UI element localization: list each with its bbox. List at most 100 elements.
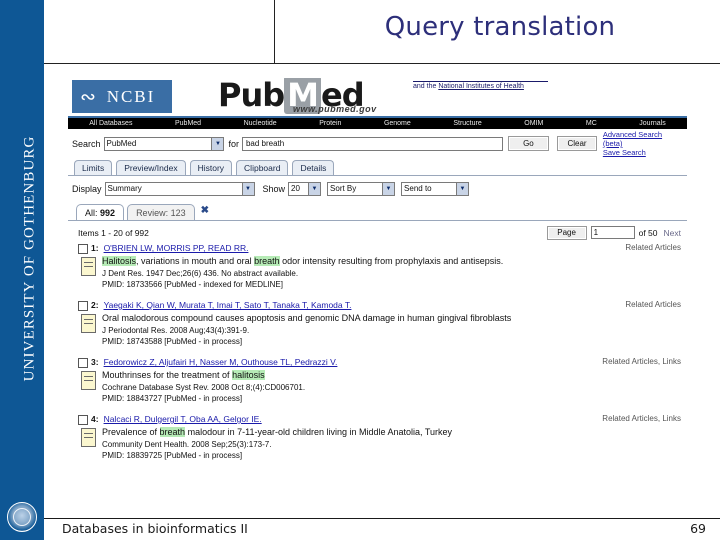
related-articles-link[interactable]: Related Articles, Links (602, 414, 681, 423)
result-filter-tabs: All: 992 Review: 123 ✖ (68, 198, 687, 220)
result-header: 4: Nalcaci R, Dulgergil T, Oba AA, Gelgo… (78, 414, 681, 425)
university-seal-icon (7, 502, 37, 532)
title-vertical-divider (274, 0, 275, 63)
search-input-value: bad breath (245, 139, 285, 148)
advanced-search-link[interactable]: Advanced Search (beta) (603, 130, 683, 148)
nav-item-genome[interactable]: Genome (363, 120, 432, 127)
result-checkbox[interactable] (78, 358, 88, 368)
result-body: Oral malodorous compound causes apoptosi… (78, 313, 681, 347)
show-label: Show (262, 183, 286, 194)
related-articles-link[interactable]: Related Articles (625, 300, 681, 309)
database-select[interactable]: PubMed ▼ (103, 136, 225, 151)
pubmed-logo-pub: Pub (218, 78, 285, 114)
tab-limits[interactable]: Limits (74, 160, 113, 175)
result-list: 1: O'BRIEN LW, MORRIS PP, READ RR. Relat… (68, 241, 687, 461)
footer-page-number: 69 (690, 521, 706, 536)
send-to-select[interactable]: Send to ▼ (401, 181, 470, 196)
display-options-bar: Display Summary ▼ Show 20 ▼ Sort By ▼ Se… (68, 176, 687, 198)
document-icon (81, 371, 96, 390)
result-title: Mouthrinses for the treatment of halitos… (102, 370, 305, 381)
result-text: Prevalence of breath malodour in 7-11-ye… (102, 427, 452, 461)
nav-item-all-databases[interactable]: All Databases (68, 120, 154, 127)
for-label: for (228, 138, 239, 149)
nav-item-pubmed[interactable]: PubMed (154, 120, 223, 127)
ncbi-logo[interactable]: ∾ NCBI (72, 80, 172, 113)
related-articles-link[interactable]: Related Articles (625, 243, 681, 252)
result-body: Mouthrinses for the treatment of halitos… (78, 370, 681, 404)
next-page-link[interactable]: Next (664, 228, 681, 238)
footer-divider (44, 518, 720, 519)
tab-history[interactable]: History (189, 160, 233, 175)
chevron-down-icon: ▼ (456, 182, 469, 195)
nav-item-mc[interactable]: MC (565, 120, 618, 127)
result-title-highlight-1: breath (159, 427, 186, 437)
nav-item-journals[interactable]: Journals (618, 120, 687, 127)
display-format-select[interactable]: Summary ▼ (104, 181, 255, 196)
clear-button[interactable]: Clear (557, 136, 597, 151)
items-range: Items 1 - 20 of 992 (78, 227, 149, 238)
nih-link[interactable]: National Institutes of Health (438, 83, 524, 90)
result-item: 1: O'BRIEN LW, MORRIS PP, READ RR. Relat… (78, 243, 681, 290)
result-checkbox[interactable] (78, 415, 88, 425)
chevron-down-icon: ▼ (382, 182, 395, 195)
result-checkbox[interactable] (78, 301, 88, 311)
result-authors-link[interactable]: Fedorowicz Z, Aljufairi H, Nasser M, Out… (104, 357, 338, 367)
result-title-pre: Mouthrinses for the treatment of (102, 370, 233, 380)
page-number-input[interactable]: 1 (590, 226, 635, 239)
result-text: Halitosis, variations in mouth and oral … (102, 256, 503, 290)
chevron-down-icon: ▼ (211, 137, 224, 150)
paging-bar: Items 1 - 20 of 992 Page 1 of 50 Next (68, 221, 687, 241)
result-title: Halitosis, variations in mouth and oral … (102, 256, 503, 267)
page-button[interactable]: Page (546, 225, 587, 240)
result-pmid: PMID: 18843727 [PubMed - in process] (102, 394, 243, 403)
close-icon[interactable]: ✖ (201, 205, 209, 216)
nav-item-omim[interactable]: OMIM (503, 120, 565, 127)
subtab-review[interactable]: Review: 123 (127, 204, 195, 220)
result-item: 2: Yaegaki K, Qian W, Murata T, Imai T, … (78, 300, 681, 347)
result-authors-link[interactable]: O'BRIEN LW, MORRIS PP, READ RR. (104, 243, 249, 253)
chevron-down-icon: ▼ (308, 182, 321, 195)
result-title: Oral malodorous compound causes apoptosi… (102, 313, 512, 323)
sort-by-select[interactable]: Sort By ▼ (327, 181, 396, 196)
database-nav: All Databases PubMed Nucleotide Protein … (68, 116, 687, 129)
result-title-post: odor intensity resulting from prophylaxi… (279, 256, 504, 266)
page-title: Query translation (384, 12, 616, 42)
result-citation: Cochrane Database Syst Rev. 2008 Oct 8;(… (102, 383, 306, 392)
pubmed-url: www.pubmed.gov (293, 104, 377, 114)
result-citation: J Periodontal Res. 2008 Aug;43(4):391-9. (102, 326, 250, 335)
result-item: 4: Nalcaci R, Dulgergil T, Oba AA, Gelgo… (78, 414, 681, 461)
result-text: Mouthrinses for the treatment of halitos… (102, 370, 305, 404)
pubmed-screenshot: ∾ NCBI PubMed www.pubmed.gov and the Nat… (68, 78, 687, 515)
subtab-review-count: 123 (170, 207, 186, 218)
nav-item-structure[interactable]: Structure (432, 120, 503, 127)
result-checkbox[interactable] (78, 244, 88, 254)
result-number: 3: (91, 357, 99, 367)
display-label: Display (72, 183, 102, 194)
go-button[interactable]: Go (507, 136, 550, 151)
display-format-value: Summary (107, 184, 142, 193)
subtab-all[interactable]: All: 992 (76, 204, 125, 220)
nih-prefix: and the (413, 83, 439, 90)
related-articles-link[interactable]: Related Articles, Links (602, 357, 681, 366)
result-header: 3: Fedorowicz Z, Aljufairi H, Nasser M, … (78, 357, 681, 368)
tab-clipboard[interactable]: Clipboard (236, 160, 289, 175)
result-authors-link[interactable]: Nalcaci R, Dulgergil T, Oba AA, Gelgor I… (104, 414, 262, 424)
document-icon (81, 257, 96, 276)
chevron-down-icon: ▼ (241, 182, 254, 195)
save-search-link[interactable]: Save Search (603, 148, 683, 157)
nav-item-nucleotide[interactable]: Nucleotide (222, 120, 298, 127)
nav-item-protein[interactable]: Protein (298, 120, 363, 127)
search-input[interactable]: bad breath (241, 136, 503, 151)
brand-rail: UNIVERSITY OF GOTHENBURG (0, 0, 44, 540)
search-links: Advanced Search (beta) Save Search (603, 130, 683, 157)
page-number-value: 1 (593, 228, 599, 237)
show-count-select[interactable]: 20 ▼ (288, 181, 322, 196)
document-icon (81, 314, 96, 333)
tab-details[interactable]: Details (292, 160, 335, 175)
result-title-highlight-1: halitosis (232, 370, 265, 380)
result-body: Prevalence of breath malodour in 7-11-ye… (78, 427, 681, 461)
tool-tabs: Limits Preview/Index History Clipboard D… (68, 155, 687, 176)
result-authors-link[interactable]: Yaegaki K, Qian W, Murata T, Imai T, Sat… (104, 300, 352, 310)
tab-preview-index[interactable]: Preview/Index (116, 160, 186, 175)
nih-rule (413, 81, 548, 82)
